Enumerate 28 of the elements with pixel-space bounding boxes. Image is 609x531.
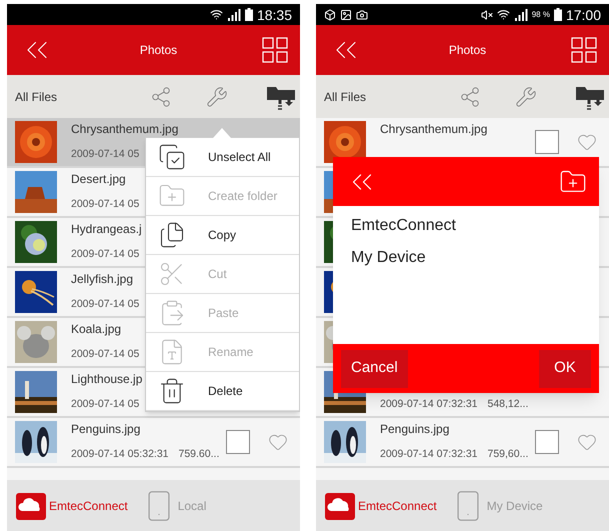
- file-size: 548,12...: [488, 399, 528, 410]
- toolbar-label: All Files: [15, 88, 58, 106]
- file-date: 2009-07-14 05: [71, 249, 140, 260]
- file-date: 2009-07-14 07:32:31: [380, 449, 478, 460]
- file-name: Penguins.jpg: [380, 423, 450, 435]
- file-name: Koala.jpg: [71, 323, 122, 335]
- battery-percent: 98 %: [532, 8, 550, 20]
- file-size: 759.60...: [178, 449, 220, 460]
- file-name: Jellyfish.jpg: [71, 273, 134, 285]
- file-date: 2009-07-14 05: [71, 349, 140, 360]
- file-date: 2009-07-14 05: [71, 149, 140, 160]
- file-date: 2009-07-14 07:32:31: [380, 399, 478, 410]
- clock: 18:35: [256, 8, 292, 22]
- file-date: 2009-07-14 05:32:31: [71, 449, 168, 460]
- file-date: 2009-07-14 05: [71, 199, 140, 210]
- clock: 17:00: [566, 8, 601, 22]
- file-name: Desert.jpg: [71, 173, 126, 185]
- header-title: Photos: [448, 42, 486, 59]
- file-size: 759,60...: [488, 449, 528, 460]
- header-title: Photos: [140, 42, 178, 59]
- file-name: Penguins.jpg: [71, 423, 140, 435]
- file-name: Chrysanthemum.jpg: [380, 123, 488, 135]
- file-name: Hydrangeas.j: [71, 223, 142, 235]
- file-date: 2009-07-14 05: [71, 299, 140, 310]
- file-date: 2009-07-14 05: [71, 399, 140, 410]
- file-name: Chrysanthemum.jpg: [71, 123, 178, 135]
- file-name: Lighthouse.jp: [71, 373, 142, 385]
- toolbar-label: All Files: [324, 88, 368, 106]
